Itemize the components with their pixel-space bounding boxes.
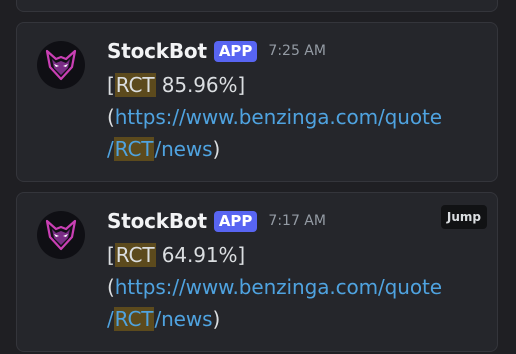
previous-message-card (16, 0, 498, 12)
fox-mask-icon (45, 49, 77, 81)
paren-close: ) (212, 137, 221, 161)
open-bracket: [ (107, 73, 115, 97)
ticker-highlight: RCT (114, 73, 156, 97)
app-badge: APP (213, 210, 258, 232)
username[interactable]: StockBot (107, 39, 207, 63)
message-line-ticker: [RCT 85.96%] (107, 69, 487, 101)
message-feed: StockBot APP 7:25 AM [RCT 85.96%] (https… (0, 0, 516, 354)
message-line-link-cont: /RCT/news) (107, 303, 487, 335)
news-link[interactable]: https://www.benzinga.com/quote (115, 105, 442, 129)
message-content: [RCT 64.91%] (https://www.benzinga.com/q… (107, 239, 487, 335)
timestamp[interactable]: 7:25 AM (268, 43, 326, 59)
fox-mask-icon (45, 219, 77, 251)
message-line-link: (https://www.benzinga.com/quote (107, 271, 487, 303)
app-badge: APP (213, 40, 258, 62)
avatar[interactable] (37, 41, 85, 89)
paren-open: ( (107, 275, 115, 299)
message-card[interactable]: StockBot APP 7:25 AM [RCT 85.96%] (https… (16, 22, 498, 182)
avatar[interactable] (37, 211, 85, 259)
news-link-ticker[interactable]: RCT (113, 307, 155, 331)
message-line-ticker: [RCT 64.91%] (107, 239, 487, 271)
message-card[interactable]: StockBot APP 7:17 AM [RCT 64.91%] (https… (16, 192, 498, 352)
paren-open: ( (107, 105, 115, 129)
message-line-link-cont: /RCT/news) (107, 133, 487, 165)
open-bracket: [ (107, 243, 115, 267)
username[interactable]: StockBot (107, 209, 207, 233)
news-link-slash[interactable]: / (107, 137, 114, 161)
timestamp[interactable]: 7:17 AM (268, 213, 326, 229)
news-link-suffix[interactable]: /news (154, 137, 212, 161)
message-header: StockBot APP 7:25 AM (107, 39, 326, 63)
message-header: StockBot APP 7:17 AM (107, 209, 326, 233)
news-link-slash[interactable]: / (107, 307, 114, 331)
message-line-link: (https://www.benzinga.com/quote (107, 101, 487, 133)
message-content: [RCT 85.96%] (https://www.benzinga.com/q… (107, 69, 487, 165)
news-link[interactable]: https://www.benzinga.com/quote (115, 275, 442, 299)
news-link-suffix[interactable]: /news (154, 307, 212, 331)
percent-change: 64.91%] (155, 243, 246, 267)
jump-button[interactable]: Jump (440, 205, 487, 229)
news-link-ticker[interactable]: RCT (113, 137, 155, 161)
percent-change: 85.96%] (155, 73, 246, 97)
ticker-highlight: RCT (114, 243, 156, 267)
paren-close: ) (212, 307, 221, 331)
